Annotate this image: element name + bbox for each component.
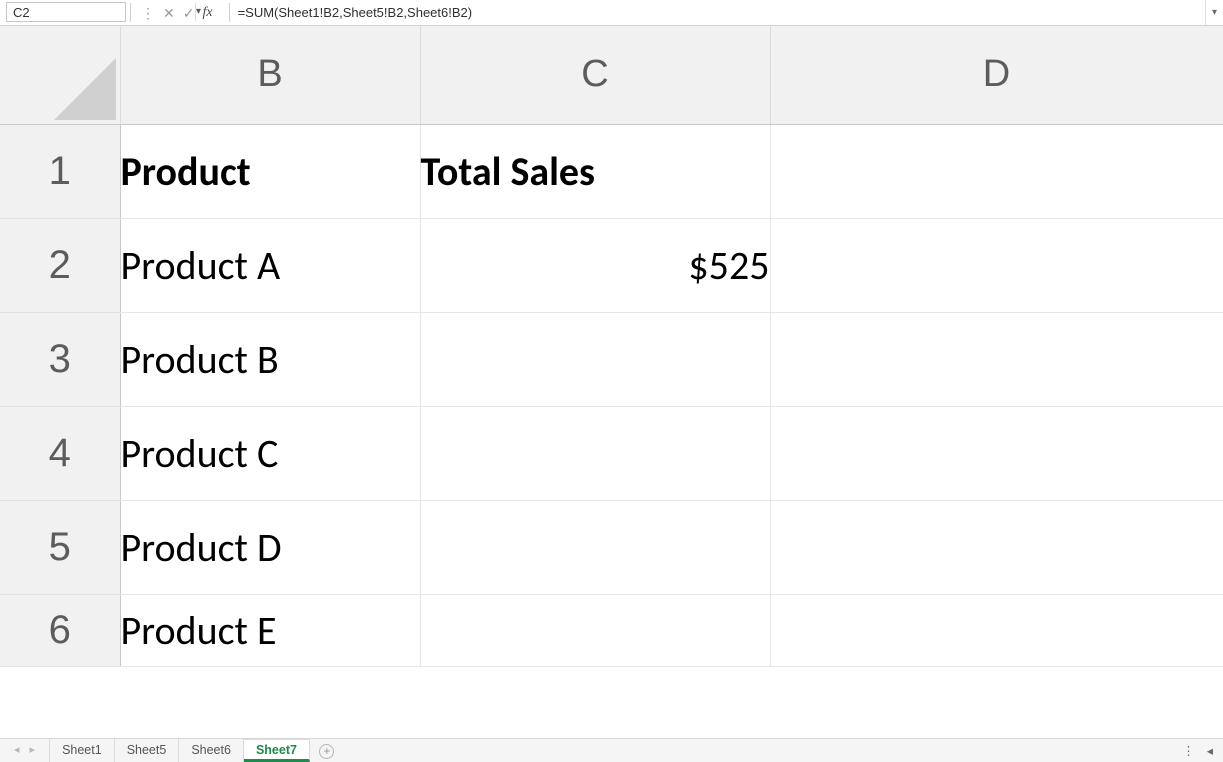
tab-sheet7[interactable]: Sheet7 [244,739,310,762]
tab-sheet5[interactable]: Sheet5 [115,739,180,762]
scroll-left-icon[interactable]: ◂ [1207,743,1213,758]
formula-bar: ▾ ⋮ ✕ ✓ fx ▾ [0,0,1223,26]
table-row: 1 Product Total Sales [0,124,1223,218]
cell-c1[interactable]: Total Sales [420,124,770,218]
spreadsheet-grid[interactable]: B C D 1 Product Total Sales 2 Product A … [0,26,1223,738]
row-header-1[interactable]: 1 [0,124,120,218]
tab-nav: ◂ ▸ [0,739,49,762]
table-row: 4 Product C [0,406,1223,500]
select-all-triangle-icon [54,58,116,120]
cell-b6[interactable]: Product E [120,594,420,666]
sheet-table: B C D 1 Product Total Sales 2 Product A … [0,26,1223,667]
table-row: 2 Product A $525 [0,218,1223,312]
table-row: 5 Product D [0,500,1223,594]
cell-b1[interactable]: Product [120,124,420,218]
tab-sheet6[interactable]: Sheet6 [179,739,244,762]
row-header-5[interactable]: 5 [0,500,120,594]
cell-d6[interactable] [770,594,1223,666]
cell-b5[interactable]: Product D [120,500,420,594]
dots-icon[interactable]: ⋮ [141,6,155,20]
plus-icon: + [319,744,334,759]
row-header-2[interactable]: 2 [0,218,120,312]
name-box[interactable]: ▾ [6,2,126,22]
row-header-6[interactable]: 6 [0,594,120,666]
cell-b4[interactable]: Product C [120,406,420,500]
tab-next-end-icon[interactable]: ▸ [30,745,36,756]
cell-b3[interactable]: Product B [120,312,420,406]
cell-d1[interactable] [770,124,1223,218]
table-row: 6 Product E [0,594,1223,666]
cell-c4[interactable] [420,406,770,500]
tab-prev-end-icon[interactable]: ◂ [14,745,20,756]
col-header-d[interactable]: D [770,26,1223,124]
select-all-corner[interactable] [0,26,120,124]
sheet-tabs: Sheet1 Sheet5 Sheet6 Sheet7 [49,739,310,762]
cell-c6[interactable] [420,594,770,666]
formula-bar-buttons: ⋮ ✕ ✓ fx [131,0,223,25]
cell-c2[interactable]: $525 [420,218,770,312]
cell-b2[interactable]: Product A [120,218,420,312]
sheet-tab-strip: ◂ ▸ Sheet1 Sheet5 Sheet6 Sheet7 + ⋮ ◂ [0,738,1223,762]
tab-sheet1[interactable]: Sheet1 [49,739,115,762]
col-header-b[interactable]: B [120,26,420,124]
fx-button[interactable]: fx [202,6,212,20]
row-header-4[interactable]: 4 [0,406,120,500]
formula-input[interactable] [229,3,1205,22]
column-header-row: B C D [0,26,1223,124]
cell-d3[interactable] [770,312,1223,406]
cell-c3[interactable] [420,312,770,406]
cancel-icon[interactable]: ✕ [163,6,175,20]
confirm-icon[interactable]: ✓ [183,6,195,20]
cell-d4[interactable] [770,406,1223,500]
expand-formula-bar-icon[interactable]: ▾ [1205,0,1223,25]
cell-c5[interactable] [420,500,770,594]
new-sheet-button[interactable]: + [316,740,338,762]
cell-d5[interactable] [770,500,1223,594]
table-row: 3 Product B [0,312,1223,406]
row-header-3[interactable]: 3 [0,312,120,406]
col-header-c[interactable]: C [420,26,770,124]
cell-d2[interactable] [770,218,1223,312]
tab-strip-right: ⋮ ◂ [1182,739,1223,762]
more-options-icon[interactable]: ⋮ [1182,743,1197,758]
